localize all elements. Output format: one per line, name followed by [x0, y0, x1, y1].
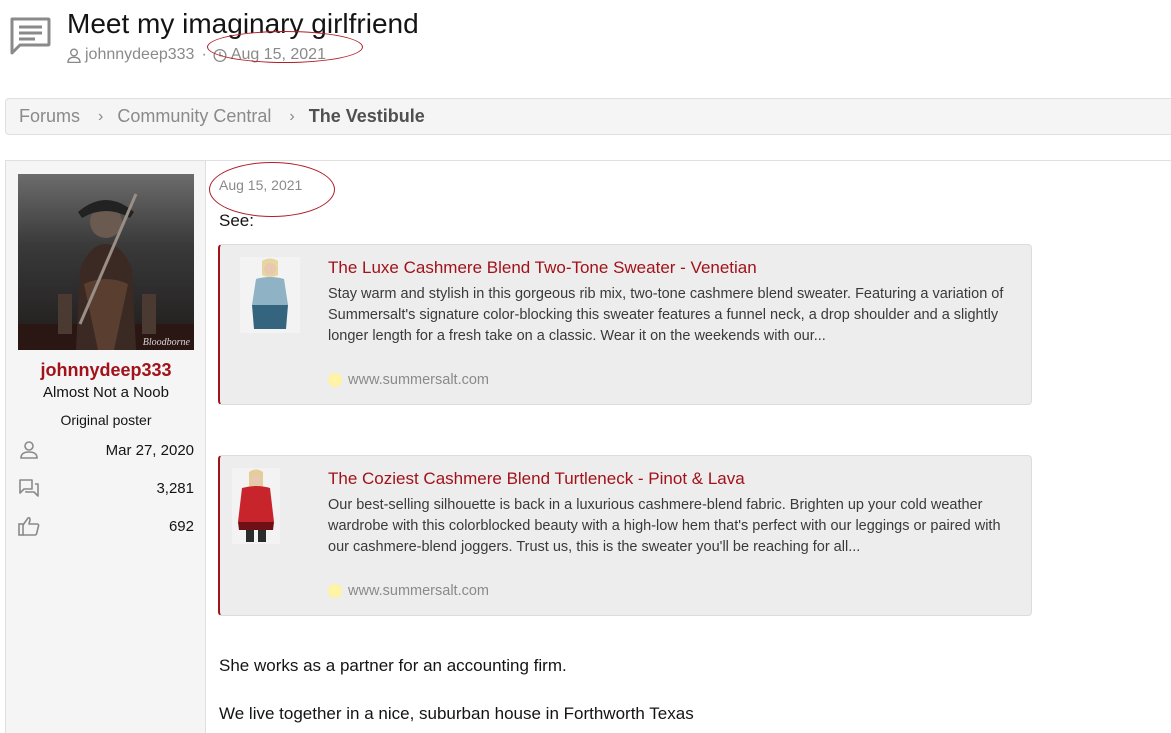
breadcrumb-community-central[interactable]: Community Central — [117, 106, 271, 127]
thumbs-up-icon — [18, 516, 40, 536]
link-preview-thumbnail[interactable] — [232, 468, 280, 544]
stat-reactions-value: 692 — [168, 517, 194, 535]
post-body-line: She works as a partner for an accounting… — [219, 656, 567, 675]
meta-separator: · — [201, 46, 207, 63]
thread-date-text: Aug 15, 2021 — [230, 46, 326, 63]
favicon-icon — [328, 584, 342, 598]
post-date-text: Aug 15, 2021 — [219, 177, 303, 193]
link-preview-description: Stay warm and stylish in this gorgeous r… — [328, 286, 1004, 344]
user-icon — [67, 48, 81, 63]
chat-bubble-icon — [10, 17, 51, 55]
link-preview-title[interactable]: The Luxe Cashmere Blend Two-Tone Sweater… — [328, 258, 757, 278]
breadcrumb-forums[interactable]: Forums — [19, 106, 80, 127]
link-preview-thumbnail[interactable] — [240, 257, 300, 333]
chevron-right-icon: › — [98, 107, 104, 125]
post-username[interactable]: johnnydeep333 — [6, 360, 206, 381]
thread-author-link[interactable]: johnnydeep333 — [85, 46, 194, 64]
original-poster-badge: Original poster — [60, 412, 152, 428]
stat-joined: Mar 27, 2020 — [18, 439, 194, 461]
link-preview[interactable]: The Luxe Cashmere Blend Two-Tone Sweater… — [218, 244, 1032, 405]
avatar-watermark: Bloodborne — [142, 337, 190, 348]
stat-joined-value: Mar 27, 2020 — [105, 441, 194, 459]
page-title: Meet my imaginary girlfriend — [67, 8, 419, 39]
messages-icon — [19, 479, 39, 497]
post-body-line: We live together in a nice, suburban hou… — [219, 704, 694, 723]
breadcrumb-the-vestibule[interactable]: The Vestibule — [309, 106, 425, 127]
link-preview-domain[interactable]: www.summersalt.com — [328, 583, 489, 599]
user-title: Almost Not a Noob — [43, 384, 169, 401]
link-preview-description: Our best-selling silhouette is back in a… — [328, 497, 1001, 555]
link-preview-domain-text: www.summersalt.com — [348, 372, 489, 388]
user-icon — [20, 441, 38, 459]
avatar-figure — [18, 193, 194, 350]
post: Bloodborne johnnydeep333 Almost Not a No… — [5, 160, 1171, 733]
stat-messages: 3,281 — [18, 477, 194, 499]
forum-thread-page: Meet my imaginary girlfriend johnnydeep3… — [0, 0, 1171, 733]
link-preview-title[interactable]: The Coziest Cashmere Blend Turtleneck - … — [328, 469, 745, 489]
post-message: Aug 15, 2021 See: The Luxe Cashmere Blen… — [207, 161, 1171, 733]
post-user-panel: Bloodborne johnnydeep333 Almost Not a No… — [6, 161, 206, 733]
breadcrumb: Forums › Community Central › The Vestibu… — [5, 98, 1171, 135]
post-intro-text: See: — [219, 211, 254, 230]
link-preview[interactable]: The Coziest Cashmere Blend Turtleneck - … — [218, 455, 1032, 616]
thread-meta: johnnydeep333 · Aug 15, 2021 — [67, 31, 363, 64]
avatar[interactable]: Bloodborne — [18, 174, 194, 350]
link-preview-domain-text: www.summersalt.com — [348, 583, 489, 599]
post-date[interactable]: Aug 15, 2021 — [209, 162, 335, 217]
link-preview-domain[interactable]: www.summersalt.com — [328, 372, 489, 388]
stat-messages-value: 3,281 — [156, 479, 194, 497]
favicon-icon — [328, 373, 342, 387]
chevron-right-icon: › — [289, 107, 295, 125]
stat-reactions: 692 — [18, 515, 194, 537]
thread-date[interactable]: Aug 15, 2021 — [206, 31, 363, 64]
clock-icon — [213, 48, 227, 62]
